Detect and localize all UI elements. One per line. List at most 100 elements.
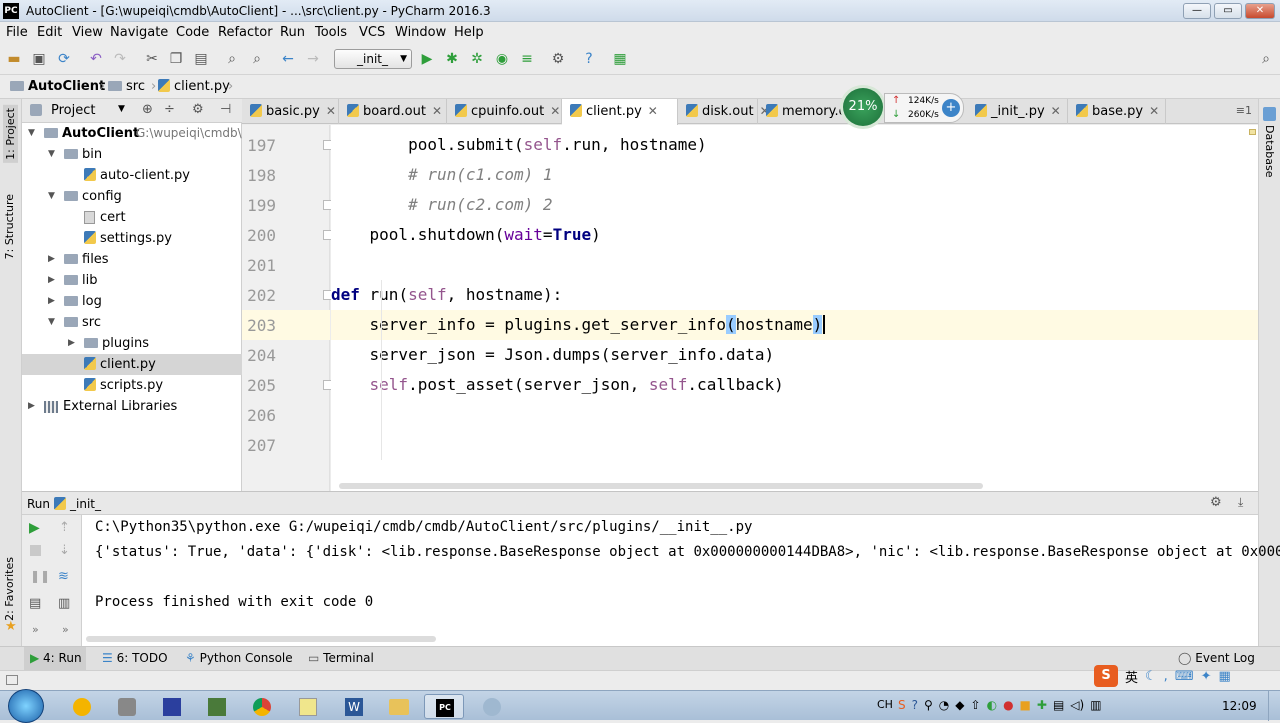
close-tab-icon[interactable]: ✕	[550, 104, 560, 118]
menu-tools[interactable]: Tools	[315, 25, 347, 40]
clock[interactable]: 12:09	[1222, 699, 1257, 713]
tab-todo[interactable]: ☰ 6: TODO	[102, 651, 168, 665]
taskbar-app[interactable]	[107, 694, 147, 719]
tree-item-external-libraries[interactable]: ▶ External Libraries	[22, 396, 242, 417]
tab-favorites[interactable]: 2: Favorites	[3, 557, 16, 621]
tray-icon[interactable]: ◐	[987, 698, 997, 712]
taskbar-app[interactable]	[152, 694, 192, 719]
editor-tab[interactable]: memory.o✕	[758, 99, 863, 124]
tray-icon[interactable]: ◔	[939, 698, 949, 712]
scroll-up-icon[interactable]: ⇡	[59, 520, 70, 535]
chevron-down-icon[interactable]: ▼	[48, 144, 55, 165]
run-console[interactable]: C:\Python35\python.exe G:/wupeiqi/cmdb/c…	[82, 515, 1280, 646]
tree-item[interactable]: ▶ lib	[22, 270, 242, 291]
menu-help[interactable]: Help	[454, 25, 484, 40]
editor-tab[interactable]: client.py ✕	[562, 99, 678, 125]
tray-icon[interactable]: ●	[1003, 698, 1013, 712]
copy-icon[interactable]: ❐	[167, 50, 185, 68]
run-configuration-select[interactable]: _init_ ▼	[334, 49, 412, 69]
tree-item[interactable]: ▶ log	[22, 291, 242, 312]
soft-wrap-icon[interactable]: ≋	[58, 569, 69, 584]
chevron-down-icon[interactable]: ▼	[48, 312, 55, 333]
skin-icon[interactable]: ✦	[1201, 669, 1212, 684]
menu-window[interactable]: Window	[395, 25, 446, 40]
tree-item[interactable]: ▼ config	[22, 186, 242, 207]
plugin-icon[interactable]: ▦	[611, 50, 629, 68]
help-icon[interactable]: ?	[580, 50, 598, 68]
tree-item[interactable]: ▼ bin	[22, 144, 242, 165]
replace-icon[interactable]: ⌕	[248, 50, 266, 68]
tree-item[interactable]: client.py	[22, 354, 242, 375]
more-icon[interactable]: »	[62, 623, 69, 636]
show-desktop-button[interactable]	[1268, 691, 1280, 721]
coverage-icon[interactable]: ✲	[468, 50, 486, 68]
tree-item[interactable]: cert	[22, 207, 242, 228]
menu-file[interactable]: File	[6, 25, 28, 40]
taskbar-pycharm[interactable]: PC	[424, 694, 464, 719]
open-folder-icon[interactable]: ▬	[5, 50, 23, 68]
more-icon[interactable]: »	[32, 623, 39, 636]
flag-icon[interactable]: ▥	[1090, 698, 1101, 712]
code-editor[interactable]: pool.submit(self.run, hostname) # run(c1…	[331, 125, 1258, 491]
taskbar-word[interactable]: W	[334, 694, 374, 719]
menu-run[interactable]: Run	[280, 25, 305, 40]
tree-item[interactable]: ▼ src	[22, 312, 242, 333]
cut-icon[interactable]: ✂	[143, 50, 161, 68]
tab-run[interactable]: ▶ 4: Run	[30, 651, 82, 665]
menu-vcs[interactable]: VCS	[359, 25, 385, 40]
tray-icon[interactable]: ⇧	[971, 698, 981, 712]
tree-root[interactable]: ▼ AutoClient G:\wupeiqi\cmdb\	[22, 123, 242, 144]
run-config-tab[interactable]: _init_	[70, 497, 101, 511]
start-button[interactable]	[8, 689, 44, 723]
editor-tab[interactable]: cpuinfo.out ✕	[447, 99, 562, 124]
paste-icon[interactable]: ▤	[192, 50, 210, 68]
run-icon[interactable]: ▶	[418, 50, 436, 68]
language-indicator[interactable]: CH	[877, 698, 893, 711]
sogou-icon[interactable]: S	[1094, 665, 1118, 687]
taskbar-app[interactable]	[62, 694, 102, 719]
print-icon[interactable]: ▥	[58, 596, 70, 611]
editor-tab[interactable]: board.out ✕	[339, 99, 447, 124]
stop-icon[interactable]	[30, 545, 41, 556]
tree-item[interactable]: auto-client.py	[22, 165, 242, 186]
editor-tab[interactable]: disk.out ✕	[678, 99, 770, 124]
chevron-right-icon[interactable]: ▶	[28, 396, 35, 417]
breadcrumb-file[interactable]: client.py	[158, 79, 230, 94]
chevron-right-icon[interactable]: ▶	[48, 270, 55, 291]
taskbar-app[interactable]	[197, 694, 237, 719]
gear-icon[interactable]: ⚙	[1210, 495, 1222, 510]
chevron-right-icon[interactable]: ▶	[48, 291, 55, 312]
maximize-button[interactable]: ▭	[1214, 3, 1242, 19]
chevron-down-icon[interactable]: ▼	[118, 104, 125, 114]
undo-icon[interactable]: ↶	[87, 50, 105, 68]
menu-refactor[interactable]: Refactor	[218, 25, 273, 40]
tool-windows-icon[interactable]	[6, 675, 18, 685]
editor-tab[interactable]: basic.py ✕	[242, 99, 339, 124]
minimize-button[interactable]: —	[1183, 3, 1211, 19]
menu-edit[interactable]: Edit	[37, 25, 62, 40]
network-monitor-widget[interactable]: 21% ↑ 124K/s ↓ 260K/s +	[840, 85, 965, 129]
horizontal-scrollbar[interactable]	[331, 481, 1258, 491]
concurrency-icon[interactable]: ≡	[518, 50, 536, 68]
tree-item[interactable]: ▶ plugins	[22, 333, 242, 354]
scrollbar-thumb[interactable]	[339, 483, 983, 489]
editor-tab[interactable]: base.py ✕	[1068, 99, 1166, 124]
menu-view[interactable]: View	[72, 25, 103, 40]
hide-icon[interactable]: ⊣	[220, 102, 231, 117]
tab-structure[interactable]: 7: Structure	[3, 194, 16, 259]
chevron-down-icon[interactable]: ▼	[48, 186, 55, 207]
profile-icon[interactable]: ◉	[493, 50, 511, 68]
help-tray-icon[interactable]: ?	[912, 698, 918, 712]
pause-icon[interactable]: ❚❚	[30, 569, 50, 583]
editor-tab[interactable]: _init_.py ✕	[967, 99, 1068, 124]
tree-item[interactable]: settings.py	[22, 228, 242, 249]
project-view-select[interactable]: Project	[51, 103, 95, 118]
ime-mode[interactable]: 英	[1125, 667, 1138, 686]
tab-terminal[interactable]: ▭ Terminal	[308, 651, 374, 665]
taskbar-app[interactable]	[288, 694, 328, 719]
find-icon[interactable]: ⌕	[223, 50, 241, 68]
close-tab-icon[interactable]: ✕	[1149, 104, 1159, 118]
tabs-overflow-button[interactable]: ≡1	[1236, 104, 1252, 117]
network-icon[interactable]: ▤	[1053, 698, 1064, 712]
taskbar-chrome[interactable]	[242, 694, 282, 719]
